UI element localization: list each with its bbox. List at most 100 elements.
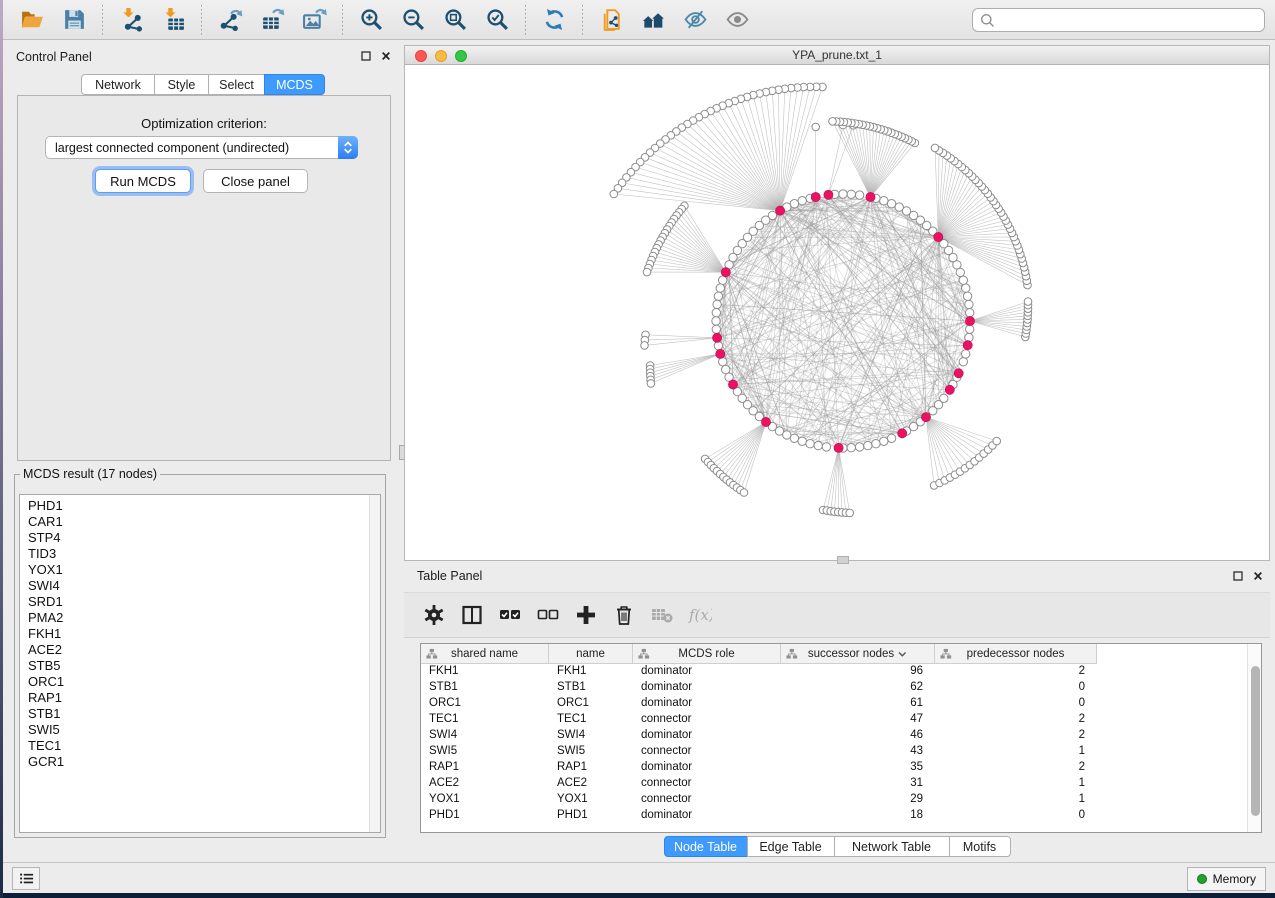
- mcds-result-item[interactable]: PHD1: [20, 498, 380, 514]
- network-node[interactable]: [993, 437, 1001, 445]
- dominator-node[interactable]: [954, 369, 963, 378]
- dominator-node[interactable]: [761, 417, 770, 426]
- float-panel-icon[interactable]: [360, 50, 372, 62]
- dominator-node[interactable]: [728, 380, 737, 389]
- import-table-button[interactable]: [157, 4, 189, 36]
- show-hidden-button[interactable]: [721, 4, 753, 36]
- mcds-result-item[interactable]: ORC1: [20, 674, 380, 690]
- network-node[interactable]: [641, 342, 649, 350]
- network-node[interactable]: [812, 123, 820, 131]
- network-node[interactable]: [647, 380, 655, 388]
- tab-node-table[interactable]: Node Table: [664, 836, 748, 857]
- export-network-button[interactable]: [214, 4, 246, 36]
- dominator-node[interactable]: [716, 349, 725, 358]
- zoom-fit-button[interactable]: [439, 4, 471, 36]
- network-node[interactable]: [872, 440, 880, 448]
- tab-network-table[interactable]: Network Table: [834, 836, 950, 857]
- table-row[interactable]: FKH1FKH1dominator962: [421, 665, 1247, 681]
- select-all-rows-button[interactable]: [496, 602, 524, 628]
- network-doc-share-button[interactable]: [595, 4, 627, 36]
- column-header-name[interactable]: name: [549, 644, 633, 664]
- network-node[interactable]: [846, 509, 854, 517]
- mcds-result-item[interactable]: STB1: [20, 706, 380, 722]
- zoom-selected-button[interactable]: [481, 4, 513, 36]
- mcds-result-item[interactable]: CAR1: [20, 514, 380, 530]
- network-node[interactable]: [966, 325, 974, 333]
- table-row[interactable]: SWI5SWI5connector431: [421, 745, 1247, 761]
- network-canvas[interactable]: [405, 65, 1269, 560]
- dominator-node[interactable]: [834, 443, 843, 452]
- network-node[interactable]: [966, 309, 974, 317]
- network-node[interactable]: [714, 342, 722, 350]
- tab-select[interactable]: Select: [208, 74, 265, 95]
- mcds-result-item[interactable]: SWI4: [20, 578, 380, 594]
- mcds-result-item[interactable]: PMA2: [20, 610, 380, 626]
- apply-layout-button[interactable]: [538, 4, 570, 36]
- dominator-node[interactable]: [921, 413, 930, 422]
- delete-column-button[interactable]: [610, 602, 638, 628]
- network-node[interactable]: [643, 268, 651, 276]
- network-node[interactable]: [719, 358, 727, 366]
- zoom-out-button[interactable]: [397, 4, 429, 36]
- column-header-shared-name[interactable]: shared name: [421, 644, 549, 664]
- tab-network[interactable]: Network: [81, 74, 155, 95]
- network-node[interactable]: [847, 190, 855, 198]
- network-node[interactable]: [962, 350, 970, 358]
- network-node[interactable]: [610, 190, 618, 198]
- dominator-node[interactable]: [963, 341, 972, 350]
- network-node[interactable]: [814, 441, 822, 449]
- network-node[interactable]: [719, 276, 727, 284]
- table-row[interactable]: STB1STB1dominator620: [421, 681, 1247, 697]
- dominator-node[interactable]: [824, 190, 833, 199]
- search-input[interactable]: [996, 10, 1264, 30]
- table-row[interactable]: ACE2ACE2connector311: [421, 777, 1247, 793]
- network-node[interactable]: [806, 440, 814, 448]
- network-node[interactable]: [847, 444, 855, 452]
- network-node[interactable]: [740, 489, 748, 497]
- network-node[interactable]: [940, 394, 948, 402]
- column-header-MCDS-role[interactable]: MCDS role: [633, 644, 781, 664]
- mcds-result-item[interactable]: SRD1: [20, 594, 380, 610]
- network-node[interactable]: [855, 443, 863, 451]
- open-file-button[interactable]: [16, 4, 48, 36]
- network-node[interactable]: [887, 434, 895, 442]
- mcds-result-item[interactable]: STB5: [20, 658, 380, 674]
- table-row[interactable]: SWI4SWI4dominator462: [421, 729, 1247, 745]
- mcds-list-scrollbar[interactable]: [369, 495, 380, 832]
- memory-button[interactable]: Memory: [1187, 867, 1266, 891]
- network-node[interactable]: [716, 284, 724, 292]
- table-row[interactable]: TEC1TEC1connector472: [421, 713, 1247, 729]
- network-node[interactable]: [829, 118, 837, 126]
- zoom-in-button[interactable]: [355, 4, 387, 36]
- dominator-node[interactable]: [721, 268, 730, 277]
- network-node[interactable]: [963, 292, 971, 300]
- column-header-predecessor-nodes[interactable]: predecessor nodes: [935, 644, 1097, 664]
- table-scrollbar[interactable]: [1247, 644, 1261, 832]
- save-session-button[interactable]: [58, 4, 90, 36]
- network-node[interactable]: [713, 300, 721, 308]
- dominator-node[interactable]: [934, 232, 943, 241]
- dominator-node[interactable]: [713, 333, 722, 342]
- network-node[interactable]: [790, 434, 798, 442]
- network-node[interactable]: [714, 292, 722, 300]
- network-node[interactable]: [798, 197, 806, 205]
- float-table-panel-icon[interactable]: [1232, 570, 1244, 582]
- network-node[interactable]: [822, 443, 830, 451]
- table-settings-button[interactable]: [420, 602, 448, 628]
- mcds-result-item[interactable]: RAP1: [20, 690, 380, 706]
- network-node[interactable]: [798, 437, 806, 445]
- show-all-button[interactable]: [637, 4, 669, 36]
- tab-edge-table[interactable]: Edge Table: [747, 836, 835, 857]
- mcds-result-item[interactable]: GCR1: [20, 754, 380, 770]
- network-node[interactable]: [931, 144, 939, 152]
- import-network-button[interactable]: [115, 4, 147, 36]
- mcds-result-item[interactable]: FKH1: [20, 626, 380, 642]
- dominator-node[interactable]: [898, 429, 907, 438]
- network-node[interactable]: [959, 276, 967, 284]
- dominator-node[interactable]: [776, 206, 785, 215]
- network-node[interactable]: [887, 200, 895, 208]
- dominator-node[interactable]: [945, 385, 954, 394]
- optimization-select[interactable]: largest connected component (undirected): [45, 136, 358, 159]
- dominator-node[interactable]: [965, 316, 974, 325]
- column-header-successor-nodes[interactable]: successor nodes: [781, 644, 935, 664]
